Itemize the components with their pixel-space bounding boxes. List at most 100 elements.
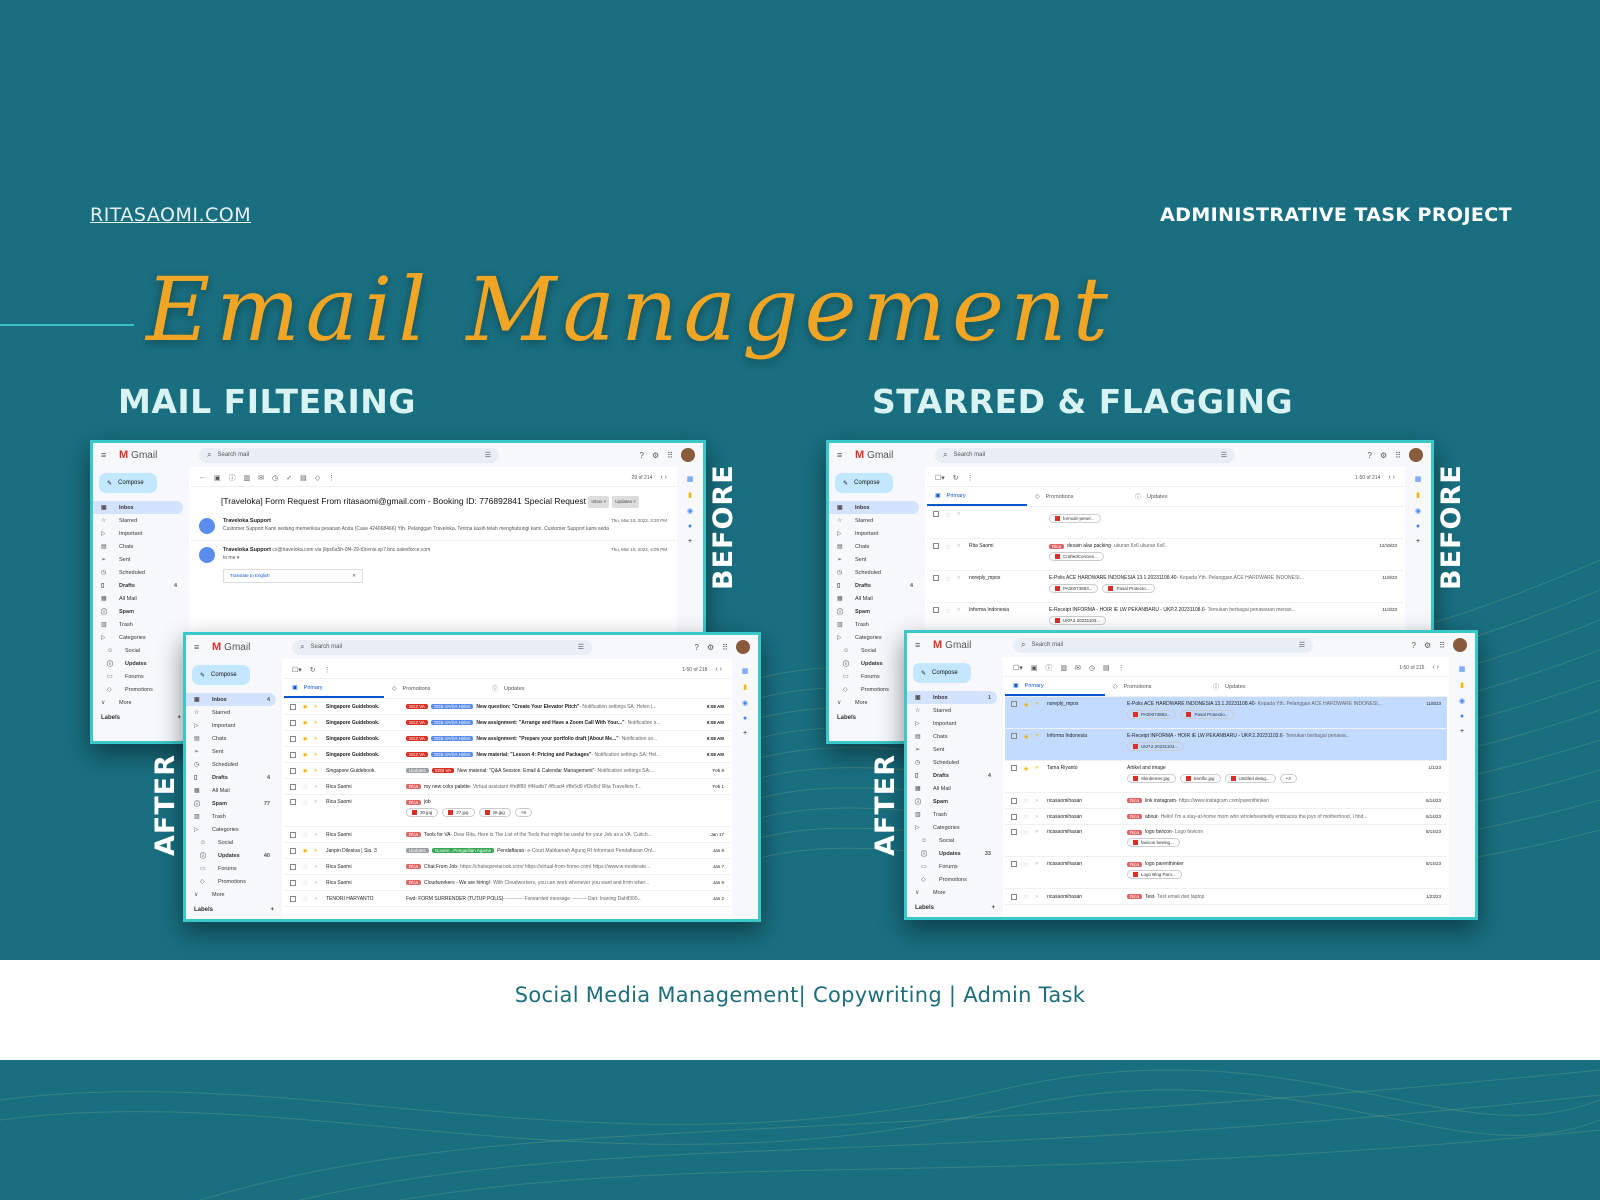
star-icon[interactable]: ☆ [945,575,953,583]
sidebar-item-starred[interactable]: ☆ Starred [93,514,183,527]
important-icon[interactable]: » [957,575,965,581]
tab-primary[interactable]: ▣ Primary [927,487,1027,506]
move-icon[interactable]: ▤ [1103,664,1110,672]
sidebar-item-forums[interactable]: ▭ Forums [907,860,997,873]
menu-icon[interactable]: ≡ [101,450,111,460]
sidebar-item-more[interactable]: ∨ More [93,696,183,709]
attachment-chip[interactable]: +3 [1279,774,1297,783]
gmail-logo[interactable]: M Gmail [855,449,935,461]
sidebar-item-categories[interactable]: ▷ Categories [186,823,276,836]
add-label-icon[interactable]: + [991,905,995,911]
sidebar-item-starred[interactable]: ☆ Starred [829,514,919,527]
row-checkbox[interactable] [1011,813,1017,820]
sidebar-item-important[interactable]: ▷ Important [93,527,183,540]
calendar-icon[interactable]: ▦ [1459,665,1466,673]
search-input[interactable]: ⌕ Search mail ☰ [1013,637,1313,653]
row-checkbox[interactable] [290,783,296,790]
sidebar-item-spam[interactable]: ⓘ Spam 77 [186,797,276,810]
sidebar-item-chats[interactable]: ▤ Chats [186,732,276,745]
sidebar-item-spam[interactable]: ⓘ Spam [93,605,183,618]
attachment-chip[interactable]: Untitled desig... [1224,774,1276,783]
sidebar-item-categories[interactable]: ▷ Categories [93,631,183,644]
apps-icon[interactable]: ⠿ [1395,451,1401,460]
more-icon[interactable]: ⋮ [967,474,974,482]
prev-next-icon[interactable]: ‹ › [715,666,722,673]
more-icon[interactable]: ⋮ [328,474,335,482]
add-label-icon[interactable]: + [177,715,181,721]
menu-icon[interactable]: ≡ [915,640,925,650]
important-icon[interactable]: » [314,832,322,838]
help-icon[interactable]: ? [695,643,699,652]
row-label-tag[interactable]: Rica [406,799,422,805]
row-checkbox[interactable] [1011,701,1017,707]
important-icon[interactable]: » [1035,798,1043,804]
attachment-chip[interactable]: 28.jpg [478,808,511,817]
table-row[interactable]: ☆ » formulir-pener... [927,507,1403,539]
search-options-icon[interactable]: ☰ [1299,641,1305,649]
star-icon[interactable]: ☆ [302,863,310,871]
important-icon[interactable]: » [957,543,965,549]
keep-icon[interactable]: ▮ [688,491,692,499]
sidebar-item-more[interactable]: ∨ More [907,886,997,899]
star-icon[interactable]: ★ [1023,733,1031,741]
attachment-chip[interactable]: UKP.2.20231103... [1127,742,1185,751]
row-checkbox[interactable] [290,799,296,805]
row-label-tag[interactable]: Rica [1127,814,1143,819]
row-label-tag[interactable]: Rica [406,880,422,885]
row-label-tag[interactable]: Rica [406,832,422,837]
important-icon[interactable]: » [1035,894,1043,900]
attachment-chip[interactable]: PA00073883... [1049,584,1099,593]
tasks-icon[interactable]: ◉ [687,507,693,515]
sidebar-item-starred[interactable]: ☆ Starred [186,706,276,719]
row-label-tag[interactable]: Updates [406,768,429,773]
sidebar-item-scheduled[interactable]: ◷ Scheduled [93,566,183,579]
table-row[interactable]: ☆ » noreply_mpos E-Polis ACE HARDWARE INDON… [927,571,1403,603]
star-icon[interactable]: ☆ [1023,893,1031,901]
tasks-icon[interactable]: ◉ [742,699,748,707]
row-checkbox[interactable] [1011,829,1017,835]
sidebar-item-spam[interactable]: ⓘ Spam [829,605,919,618]
sidebar-item-all-mail[interactable]: ▦ All Mail [93,592,183,605]
tab-primary[interactable]: ▣ Primary [284,679,384,698]
search-input[interactable]: ⌕ Search mail ☰ [292,639,592,655]
row-checkbox[interactable] [1011,733,1017,739]
trash-icon[interactable]: ▥ [1060,664,1067,672]
table-row[interactable]: ☆ » ricasaomihasan Rica link instagram - htt… [1005,793,1447,809]
sidebar-item-inbox[interactable]: ▣ Inbox 1 [907,691,997,704]
star-icon[interactable]: ☆ [945,607,953,615]
table-row[interactable]: ★ » Tama Riyanto Artikel and image Skinbemer… [1005,761,1447,793]
table-row[interactable]: ☆ » ricasaomihasan Rica logo parenthinker Log… [1005,857,1447,889]
label-icon[interactable]: ◇ [315,474,320,482]
table-row[interactable]: ★ » Singapore Guidebook. SG2 VA SGB VA/SA He… [284,699,730,715]
important-icon[interactable]: » [957,607,965,613]
select-all-checkbox[interactable]: ☐▾ [935,474,945,482]
sidebar-item-inbox[interactable]: ▣ Inbox [93,501,183,514]
star-icon[interactable]: ★ [1023,701,1031,709]
important-icon[interactable]: » [314,720,322,726]
keep-icon[interactable]: ▮ [1416,491,1420,499]
sidebar-item-sent[interactable]: ➢ Sent [829,553,919,566]
prev-next-icon[interactable]: ‹ › [660,474,667,481]
star-icon[interactable]: ★ [302,751,310,759]
attachment-chip[interactable]: 27.jpg [442,808,475,817]
search-input[interactable]: ⌕ Search mail ☰ [935,447,1235,463]
apps-icon[interactable]: ⠿ [722,643,728,652]
row-label-tag[interactable]: Rica [1049,543,1065,549]
attachment-chip[interactable]: Sertific.jpg [1179,774,1221,783]
label-chip-inbox[interactable]: Inbox × [588,495,610,508]
star-icon[interactable]: ☆ [302,895,310,903]
sidebar-item-promotions[interactable]: ◇ Promotions [907,873,997,886]
contacts-icon[interactable]: ● [743,715,747,722]
sidebar-item-forums[interactable]: ▭ Forums [93,670,183,683]
add-icon[interactable]: + [743,730,747,737]
star-icon[interactable]: ☆ [302,799,310,807]
row-label-tag[interactable]: SG2 VA [406,720,428,725]
close-icon[interactable]: ✕ [352,573,356,579]
task-icon[interactable]: ✓ [286,474,292,482]
sidebar-item-trash[interactable]: ▥ Trash [186,810,276,823]
sidebar-item-important[interactable]: ▷ Important [186,719,276,732]
back-icon[interactable]: ← [199,474,206,481]
attachment-chip[interactable]: favicon beeing... [1127,838,1180,847]
gear-icon[interactable]: ⚙ [707,643,714,652]
row-checkbox[interactable] [290,895,296,902]
